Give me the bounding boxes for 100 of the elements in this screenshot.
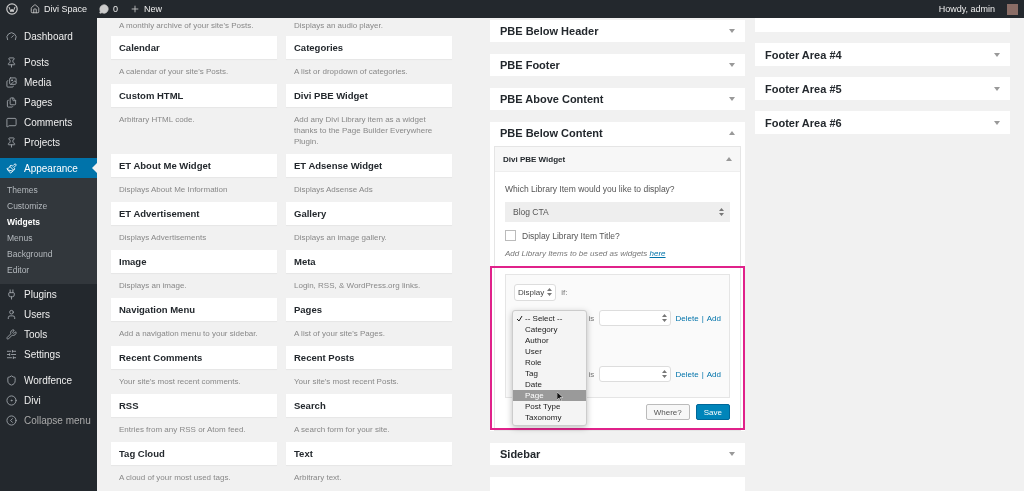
widget-card[interactable]: Gallery [286,202,452,225]
submenu-item[interactable]: Menus [0,230,97,246]
widget-card[interactable]: ET About Me Widget [111,154,277,177]
widget-card[interactable]: Divi PBE Widget [286,84,452,107]
menu-item[interactable]: Settings [0,344,97,364]
delete-link[interactable]: Delete [675,369,699,379]
widget-area-title[interactable]: Footer Area #5 [765,82,842,95]
collapse-arrow-icon[interactable] [726,157,732,161]
where-button[interactable]: Where? [645,404,690,420]
dropdown-option[interactable]: Role [513,357,586,368]
widget-description: Displays Adsense Ads [293,184,374,196]
widget-card[interactable]: Recent Posts [286,346,452,369]
dropdown-option[interactable]: Taxonomy [513,412,586,423]
dropdown-option[interactable]: User [513,346,586,357]
widget-title[interactable]: Divi PBE Widget [503,154,566,164]
widget-description: Your site's most recent comments. [118,376,242,388]
check-icon [516,315,523,322]
expand-arrow-icon[interactable] [729,97,735,101]
widget-card[interactable]: Search [286,394,452,417]
updown-arrows-icon [661,314,667,322]
widget-card[interactable]: Image [111,250,277,273]
widget-area-title[interactable]: PBE Below Header [500,25,599,37]
menu-item[interactable]: Pages [0,92,97,112]
home-icon [30,4,40,14]
collapse-arrow-icon[interactable] [729,131,735,135]
expand-arrow-icon[interactable] [994,86,1000,91]
menu-item[interactable]: Collapse menu [0,410,97,430]
dropdown-option[interactable]: Author [513,335,586,346]
widget-card[interactable]: Meta [286,250,452,273]
widget-card[interactable]: ET Advertisement [111,202,277,225]
display-select[interactable]: Display [514,283,557,301]
widget-description: Add a navigation menu to your sidebar. [118,328,259,340]
widget-card[interactable]: Custom HTML [111,84,277,107]
widget-area-title[interactable]: PBE Footer [500,59,560,71]
dropdown-option[interactable]: Date [513,379,586,390]
paintbrush-icon [6,162,17,174]
widget-description: Displays About Me Information [118,184,229,196]
wordpress-logo-icon[interactable] [6,3,18,15]
dropdown-option[interactable]: -- Select -- [513,313,586,324]
widget-description: A cloud of your most used tags. [118,472,232,484]
checkbox[interactable] [505,230,516,241]
menu-item[interactable]: Projects [0,132,97,152]
here-link[interactable]: here [649,249,666,258]
widget-description: Arbitrary HTML code. [118,114,196,126]
menu-item[interactable]: Posts [0,52,97,72]
widget-card[interactable]: Tag Cloud [111,442,277,465]
expand-arrow-icon[interactable] [994,120,1000,125]
add-link[interactable]: Add [706,369,721,379]
comments-link[interactable]: 0 [99,4,119,14]
save-button[interactable]: Save [695,404,730,420]
expand-arrow-icon[interactable] [994,52,1000,57]
avatar[interactable] [1007,3,1018,15]
submenu-item[interactable]: Themes [0,182,97,198]
widget-card[interactable]: Recent Comments [111,346,277,369]
submenu-item[interactable]: Customize [0,198,97,214]
menu-item[interactable]: Tools [0,324,97,344]
greeting-link[interactable]: Howdy, admin [938,4,995,14]
menu-item[interactable]: Users [0,304,97,324]
delete-link[interactable]: Delete [675,313,699,323]
widget-area-title[interactable]: PBE Above Content [500,93,604,105]
submenu-item[interactable]: Editor [0,262,97,278]
add-link[interactable]: Add [706,313,721,323]
submenu-item[interactable]: Widgets [0,214,97,230]
link-separator: | [701,313,704,323]
menu-item[interactable]: Appearance [0,158,97,178]
widget-card[interactable]: ET Adsense Widget [286,154,452,177]
library-item-select[interactable]: Blog CTA [505,202,730,222]
dropdown-option[interactable]: Post Type [513,401,586,412]
widget-area-title[interactable]: PBE Below Content [500,127,603,139]
widget-card[interactable]: Calendar [111,36,277,59]
widget-description: Displays an image gallery. [293,232,388,244]
widget-area-title[interactable]: Sidebar [500,448,541,460]
dropdown-option[interactable]: Tag [513,368,586,379]
widget-description: Displays an audio player. [293,20,384,32]
menu-item[interactable]: Comments [0,112,97,132]
plus-icon [130,4,141,14]
link-separator: | [701,369,704,379]
dropdown-option[interactable]: Category [513,324,586,335]
widget-card[interactable]: Navigation Menu [111,298,277,321]
expand-arrow-icon[interactable] [729,63,735,67]
widget-card[interactable]: Categories [286,36,452,59]
submenu-item[interactable]: Background [0,246,97,262]
new-link[interactable]: New [130,4,163,14]
widget-card[interactable]: Pages [286,298,452,321]
widget-card[interactable]: Text [286,442,452,465]
widget-area-title[interactable]: Footer Area #4 [765,48,842,61]
menu-item[interactable]: Dashboard [0,26,97,46]
menu-item[interactable]: Media [0,72,97,92]
circle-icon [6,394,17,406]
widget-area-title[interactable]: Footer Area #6 [765,116,842,129]
menu-item[interactable]: Plugins [0,284,97,304]
widget-description: Arbitrary text. [293,472,343,484]
widget-description: Login, RSS, & WordPress.org links. [293,280,422,292]
comment-icon [6,116,17,128]
expand-arrow-icon[interactable] [729,452,735,456]
menu-item[interactable]: Wordfence [0,370,97,390]
menu-item[interactable]: Divi [0,390,97,410]
expand-arrow-icon[interactable] [729,29,735,33]
widget-card[interactable]: RSS [111,394,277,417]
site-link[interactable]: Divi Space [30,4,88,14]
